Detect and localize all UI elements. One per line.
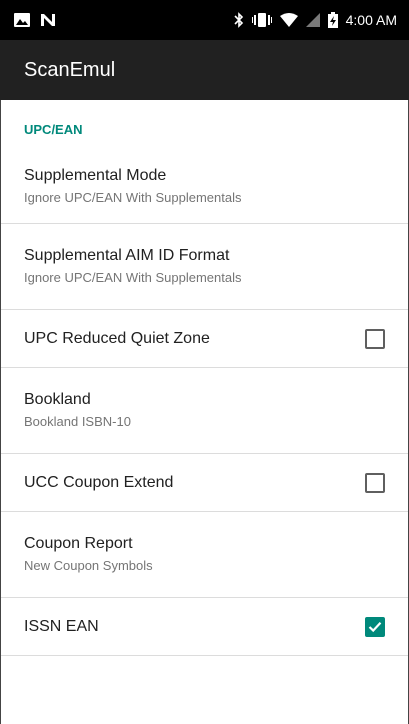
wifi-icon <box>279 13 298 27</box>
bluetooth-icon <box>234 12 244 28</box>
pref-title: Coupon Report <box>24 535 133 552</box>
ucc-coupon-extend-checkbox[interactable] <box>365 472 385 493</box>
screen-edge-left <box>0 100 1 724</box>
image-icon <box>14 13 30 27</box>
battery-charging-icon <box>327 12 338 28</box>
pref-supplemental-mode[interactable]: Supplemental Mode Ignore UPC/EAN With Su… <box>0 150 409 224</box>
pref-summary: Ignore UPC/EAN With Supplementals <box>24 190 242 205</box>
app-bar: ScanEmul <box>0 40 409 100</box>
signal-icon <box>305 13 320 27</box>
pref-supplemental-aim-id-format[interactable]: Supplemental AIM ID Format Ignore UPC/EA… <box>0 224 409 310</box>
status-time: 4:00 AM <box>345 12 397 28</box>
issn-ean-checkbox[interactable] <box>365 616 385 637</box>
pref-summary: New Coupon Symbols <box>24 558 153 573</box>
pref-title: UPC Reduced Quiet Zone <box>24 329 210 347</box>
pref-summary: Ignore UPC/EAN With Supplementals <box>24 270 242 285</box>
pref-bookland[interactable]: Bookland Bookland ISBN-10 <box>0 368 409 454</box>
pref-coupon-report[interactable]: Coupon Report New Coupon Symbols <box>0 512 409 598</box>
status-bar: 4:00 AM <box>0 0 409 40</box>
pref-title: Supplemental Mode <box>24 167 167 184</box>
pref-title: Supplemental AIM ID Format <box>24 247 230 264</box>
pref-ucc-coupon-extend[interactable]: UCC Coupon Extend <box>0 454 409 512</box>
pref-upc-reduced-quiet-zone[interactable]: UPC Reduced Quiet Zone <box>0 310 409 368</box>
n-icon <box>40 13 56 27</box>
checkmark-icon <box>368 621 382 632</box>
pref-title: ISSN EAN <box>24 617 99 635</box>
category-header: UPC/EAN <box>24 122 83 137</box>
upc-reduced-quiet-zone-checkbox[interactable] <box>365 328 385 349</box>
pref-title: UCC Coupon Extend <box>24 473 174 491</box>
vibrate-icon <box>251 13 272 27</box>
pref-title: Bookland <box>24 391 91 408</box>
pref-summary: Bookland ISBN-10 <box>24 414 131 429</box>
preferences-list: UPC/EAN Supplemental Mode Ignore UPC/EAN… <box>0 100 409 724</box>
pref-issn-ean[interactable]: ISSN EAN <box>0 598 409 656</box>
app-title: ScanEmul <box>24 58 116 81</box>
